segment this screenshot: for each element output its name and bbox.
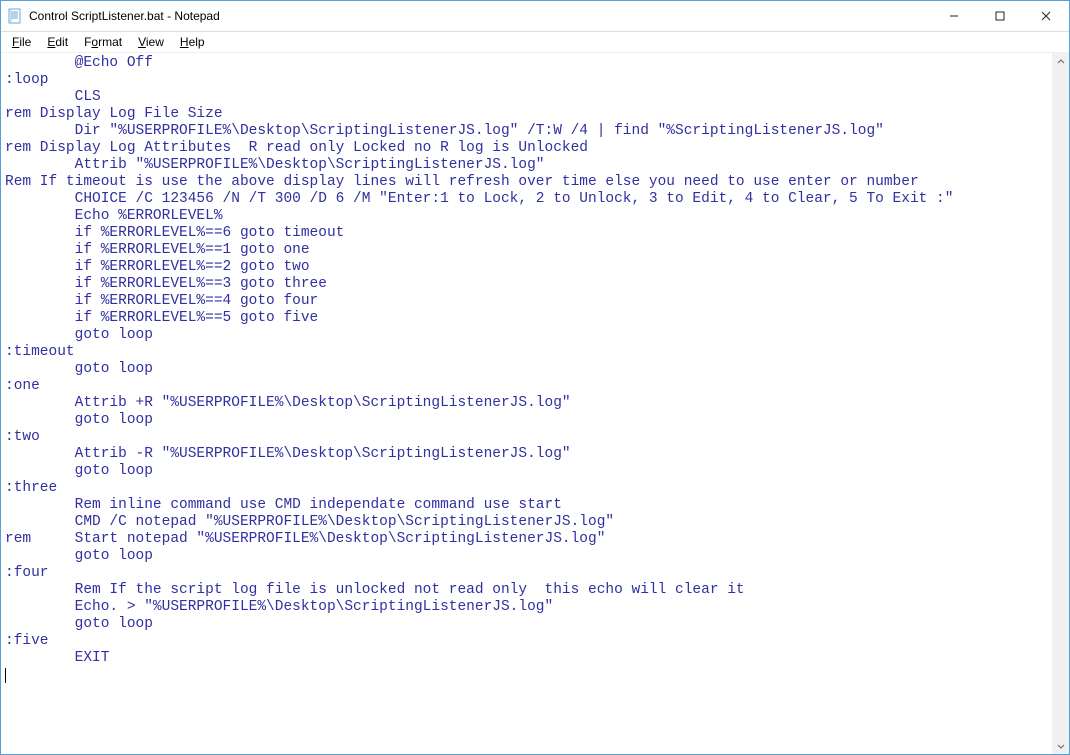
titlebar-buttons [931, 1, 1069, 31]
menu-format[interactable]: Format [77, 34, 129, 50]
menu-help[interactable]: Help [173, 34, 212, 50]
client-area: @Echo Off :loop CLS rem Display Log File… [1, 53, 1069, 754]
text-editor[interactable]: @Echo Off :loop CLS rem Display Log File… [1, 53, 1052, 754]
close-button[interactable] [1023, 1, 1069, 31]
text-caret [5, 668, 6, 683]
menubar: File Edit Format View Help [1, 32, 1069, 53]
notepad-window: Control ScriptListener.bat - Notepad Fil… [0, 0, 1070, 755]
notepad-icon [7, 8, 23, 24]
vertical-scrollbar[interactable] [1052, 53, 1069, 754]
editor-text: @Echo Off :loop CLS rem Display Log File… [5, 55, 953, 666]
window-title: Control ScriptListener.bat - Notepad [29, 9, 220, 23]
titlebar: Control ScriptListener.bat - Notepad [1, 1, 1069, 32]
menu-edit[interactable]: Edit [40, 34, 75, 50]
menu-view[interactable]: View [131, 34, 171, 50]
maximize-button[interactable] [977, 1, 1023, 31]
menu-file[interactable]: File [5, 34, 38, 50]
scroll-up-button[interactable] [1052, 53, 1069, 70]
titlebar-left: Control ScriptListener.bat - Notepad [1, 8, 220, 24]
scroll-down-button[interactable] [1052, 737, 1069, 754]
minimize-button[interactable] [931, 1, 977, 31]
